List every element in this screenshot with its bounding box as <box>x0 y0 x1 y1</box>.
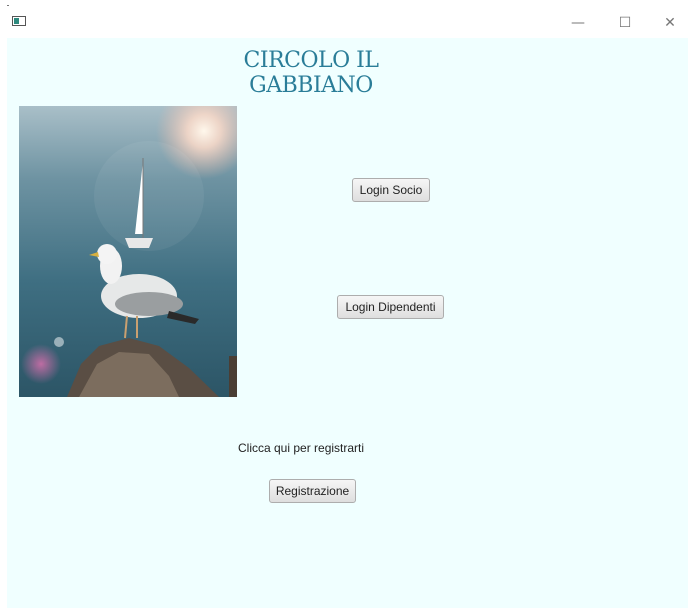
minimize-button[interactable]: — <box>563 10 593 36</box>
titlebar-dot <box>7 5 9 6</box>
maximize-button[interactable]: ☐ <box>610 10 640 36</box>
registration-button[interactable]: Registrazione <box>269 479 356 503</box>
login-dipendenti-button[interactable]: Login Dipendenti <box>337 295 444 319</box>
register-hint: Clicca qui per registrarti <box>238 441 365 455</box>
close-button[interactable]: ✕ <box>655 10 685 36</box>
login-socio-button[interactable]: Login Socio <box>352 178 430 202</box>
window-titlebar[interactable]: — ☐ ✕ <box>0 0 688 38</box>
seagull-photo <box>19 106 237 397</box>
app-icon <box>12 16 26 26</box>
main-panel: CIRCOLO IL GABBIANO Login Socio Login Di… <box>7 38 688 608</box>
page-title: CIRCOLO IL GABBIANO <box>243 48 379 98</box>
